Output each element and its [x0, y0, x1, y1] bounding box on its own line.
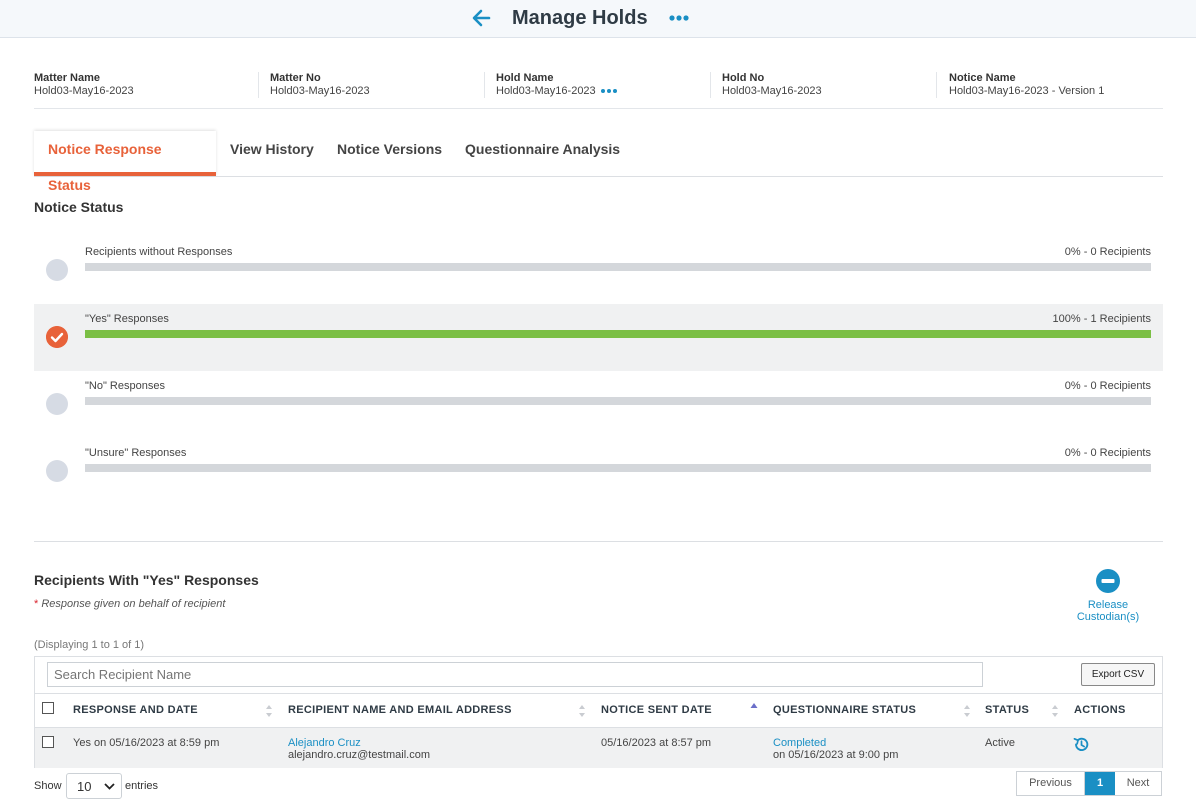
- history-icon[interactable]: [1073, 736, 1090, 753]
- export-csv-button[interactable]: Export CSV: [1081, 663, 1155, 686]
- sort-icon[interactable]: [1051, 704, 1059, 718]
- column-status[interactable]: STATUS: [985, 704, 1029, 716]
- sort-icon[interactable]: [265, 704, 273, 718]
- page-1-button[interactable]: 1: [1085, 772, 1115, 795]
- notice-status-title: Notice Status: [34, 199, 124, 215]
- progress-bar: [85, 263, 1151, 271]
- status-row-unsure[interactable]: "Unsure" Responses 0% - 0 Recipients: [34, 438, 1163, 505]
- recipients-table: Export CSV RESPONSE AND DATE RECIPIENT N…: [34, 656, 1163, 768]
- status-row-no[interactable]: "No" Responses 0% - 0 Recipients: [34, 371, 1163, 438]
- progress-fill: [85, 330, 1151, 338]
- search-input[interactable]: [47, 662, 983, 687]
- hold-no: Hold No Hold03-May16-2023: [722, 72, 822, 97]
- divider: [710, 72, 711, 98]
- radio-circle-icon: [46, 259, 68, 281]
- notice-sent-date: 05/16/2023 at 8:57 pm: [601, 737, 712, 749]
- column-notice-sent-date[interactable]: NOTICE SENT DATE: [601, 704, 712, 716]
- chevron-down-icon: [104, 783, 115, 790]
- hold-details: Matter Name Hold03-May16-2023 Matter No …: [34, 72, 1163, 109]
- table-header: RESPONSE AND DATE RECIPIENT NAME AND EMA…: [35, 693, 1162, 728]
- page-size-select[interactable]: 10: [66, 773, 122, 799]
- column-actions: ACTIONS: [1074, 704, 1126, 716]
- top-bar: Manage Holds: [0, 0, 1196, 38]
- more-options-icon[interactable]: [600, 87, 618, 95]
- pagination: Previous 1 Next: [1016, 771, 1162, 796]
- column-questionnaire-status[interactable]: QUESTIONNAIRE STATUS: [773, 704, 916, 716]
- radio-circle-icon: [46, 460, 68, 482]
- table-row: Yes on 05/16/2023 at 8:59 pm Alejandro C…: [35, 728, 1162, 768]
- previous-page-button[interactable]: Previous: [1017, 772, 1085, 795]
- more-options-icon[interactable]: [668, 10, 690, 26]
- minus-circle-icon: [1096, 569, 1120, 593]
- column-response-date[interactable]: RESPONSE AND DATE: [73, 704, 198, 716]
- recipient-email: alejandro.cruz@testmail.com: [288, 749, 430, 761]
- select-all-checkbox[interactable]: [42, 702, 54, 714]
- recipient-status: Active: [985, 737, 1015, 749]
- next-page-button[interactable]: Next: [1115, 772, 1161, 795]
- recipient-name-link[interactable]: Alejandro Cruz: [288, 737, 361, 749]
- divider: [936, 72, 937, 98]
- progress-bar: [85, 464, 1151, 472]
- check-circle-icon: [46, 326, 68, 348]
- column-recipient-name[interactable]: RECIPIENT NAME AND EMAIL ADDRESS: [288, 704, 512, 716]
- tab-view-history[interactable]: View History: [230, 131, 314, 176]
- row-checkbox[interactable]: [42, 736, 54, 748]
- questionnaire-date: on 05/16/2023 at 9:00 pm: [773, 749, 899, 761]
- tab-notice-response-status[interactable]: Notice Response Status: [34, 131, 216, 193]
- back-arrow-icon[interactable]: [470, 7, 492, 29]
- release-custodians-button[interactable]: Release Custodian(s): [1068, 569, 1148, 623]
- notice-name: Notice Name Hold03-May16-2023 - Version …: [949, 72, 1105, 97]
- tab-bar: Notice Response Status View History Noti…: [34, 131, 1163, 193]
- sort-icon[interactable]: [963, 704, 971, 718]
- display-count: (Displaying 1 to 1 of 1): [34, 639, 145, 651]
- divider: [258, 72, 259, 98]
- progress-bar: [85, 397, 1151, 405]
- behalf-note: * Response given on behalf of recipient: [34, 598, 226, 610]
- questionnaire-status-link[interactable]: Completed: [773, 737, 826, 749]
- sort-ascending-icon[interactable]: [750, 701, 758, 715]
- matter-name: Matter Name Hold03-May16-2023: [34, 72, 134, 97]
- matter-no: Matter No Hold03-May16-2023: [270, 72, 370, 97]
- status-row-yes[interactable]: "Yes" Responses 100% - 1 Recipients: [34, 304, 1163, 371]
- divider: [484, 72, 485, 98]
- tab-questionnaire-analysis[interactable]: Questionnaire Analysis: [465, 131, 620, 176]
- tab-notice-versions[interactable]: Notice Versions: [337, 131, 442, 176]
- recipients-title: Recipients With "Yes" Responses: [34, 572, 259, 588]
- response-date: Yes on 05/16/2023 at 8:59 pm: [73, 737, 220, 749]
- page-title: Manage Holds: [512, 7, 648, 29]
- status-row-no-response[interactable]: Recipients without Responses 0% - 0 Reci…: [34, 237, 1163, 304]
- hold-name: Hold Name Hold03-May16-2023: [496, 72, 618, 97]
- radio-circle-icon: [46, 393, 68, 415]
- section-divider: [34, 541, 1163, 542]
- sort-icon[interactable]: [578, 704, 586, 718]
- progress-bar: [85, 330, 1151, 338]
